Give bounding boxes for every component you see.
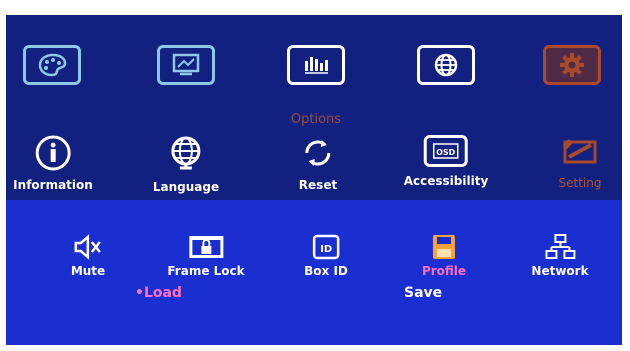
frame-lock-icon (189, 236, 223, 258)
globe-icon (171, 136, 201, 170)
submenu-panel: Mute Frame Lock ID Box ID Profile Networ… (6, 200, 622, 345)
palette-icon (23, 45, 81, 85)
options-icon (287, 45, 345, 85)
info-icon (35, 135, 71, 171)
menu-item-reset[interactable]: Reset (299, 135, 337, 192)
submenu-item-mute[interactable]: Mute (71, 234, 105, 278)
menu-item-label: Reset (298, 178, 338, 192)
top-menu (6, 45, 622, 105)
svg-text:OSD: OSD (436, 148, 456, 157)
tab-globe[interactable] (417, 45, 475, 85)
network-icon (545, 234, 575, 259)
submenu-item-profile[interactable]: Profile (422, 234, 466, 278)
menu-item-language[interactable]: Language (153, 135, 219, 194)
submenu-item-label: Frame Lock (167, 264, 245, 278)
menu-item-label: Accessibility (403, 174, 489, 188)
osd-icon: OSD (423, 135, 468, 167)
gear-icon (543, 45, 601, 85)
tab-display[interactable] (157, 45, 215, 85)
setting-icon (563, 139, 597, 164)
tab-options[interactable] (287, 45, 345, 85)
screen: Options Information Language Reset OSD A… (0, 0, 630, 351)
tab-gear[interactable] (543, 45, 601, 85)
submenu-item-label: Mute (70, 264, 106, 278)
display-settings-icon (157, 45, 215, 85)
submenu-item-frame-lock[interactable]: Frame Lock (167, 234, 245, 278)
submenu-item-network[interactable]: Network (531, 234, 589, 278)
menu-item-label: Language (152, 180, 220, 194)
save-icon (432, 235, 455, 259)
menu-item-label: Setting (558, 176, 602, 190)
save-option[interactable]: Save (404, 285, 442, 301)
load-option[interactable]: •Load (135, 285, 182, 301)
menu-item-label: Information (13, 178, 93, 192)
submenu-item-label: Profile (421, 264, 467, 278)
svg-text:ID: ID (320, 244, 332, 255)
submenu-item-label: Box ID (304, 264, 348, 278)
settings-menu: Information Language Reset OSD Accessibi… (6, 135, 622, 205)
menu-item-accessibility[interactable]: OSD Accessibility (403, 135, 489, 188)
tab-palette[interactable] (23, 45, 81, 85)
globe-panel-icon (417, 45, 475, 85)
menu-item-information[interactable]: Information (13, 135, 93, 192)
mute-icon (74, 234, 101, 260)
osd-panel: Options Information Language Reset OSD A… (6, 15, 622, 345)
submenu-item-label: Network (531, 264, 589, 278)
selected-caption: Options (290, 112, 342, 127)
submenu: Mute Frame Lock ID Box ID Profile Networ… (6, 234, 622, 294)
id-icon: ID (312, 234, 340, 260)
reset-icon (305, 140, 331, 166)
menu-item-setting[interactable]: Setting (557, 135, 603, 190)
submenu-item-box-id[interactable]: ID Box ID (304, 234, 348, 278)
